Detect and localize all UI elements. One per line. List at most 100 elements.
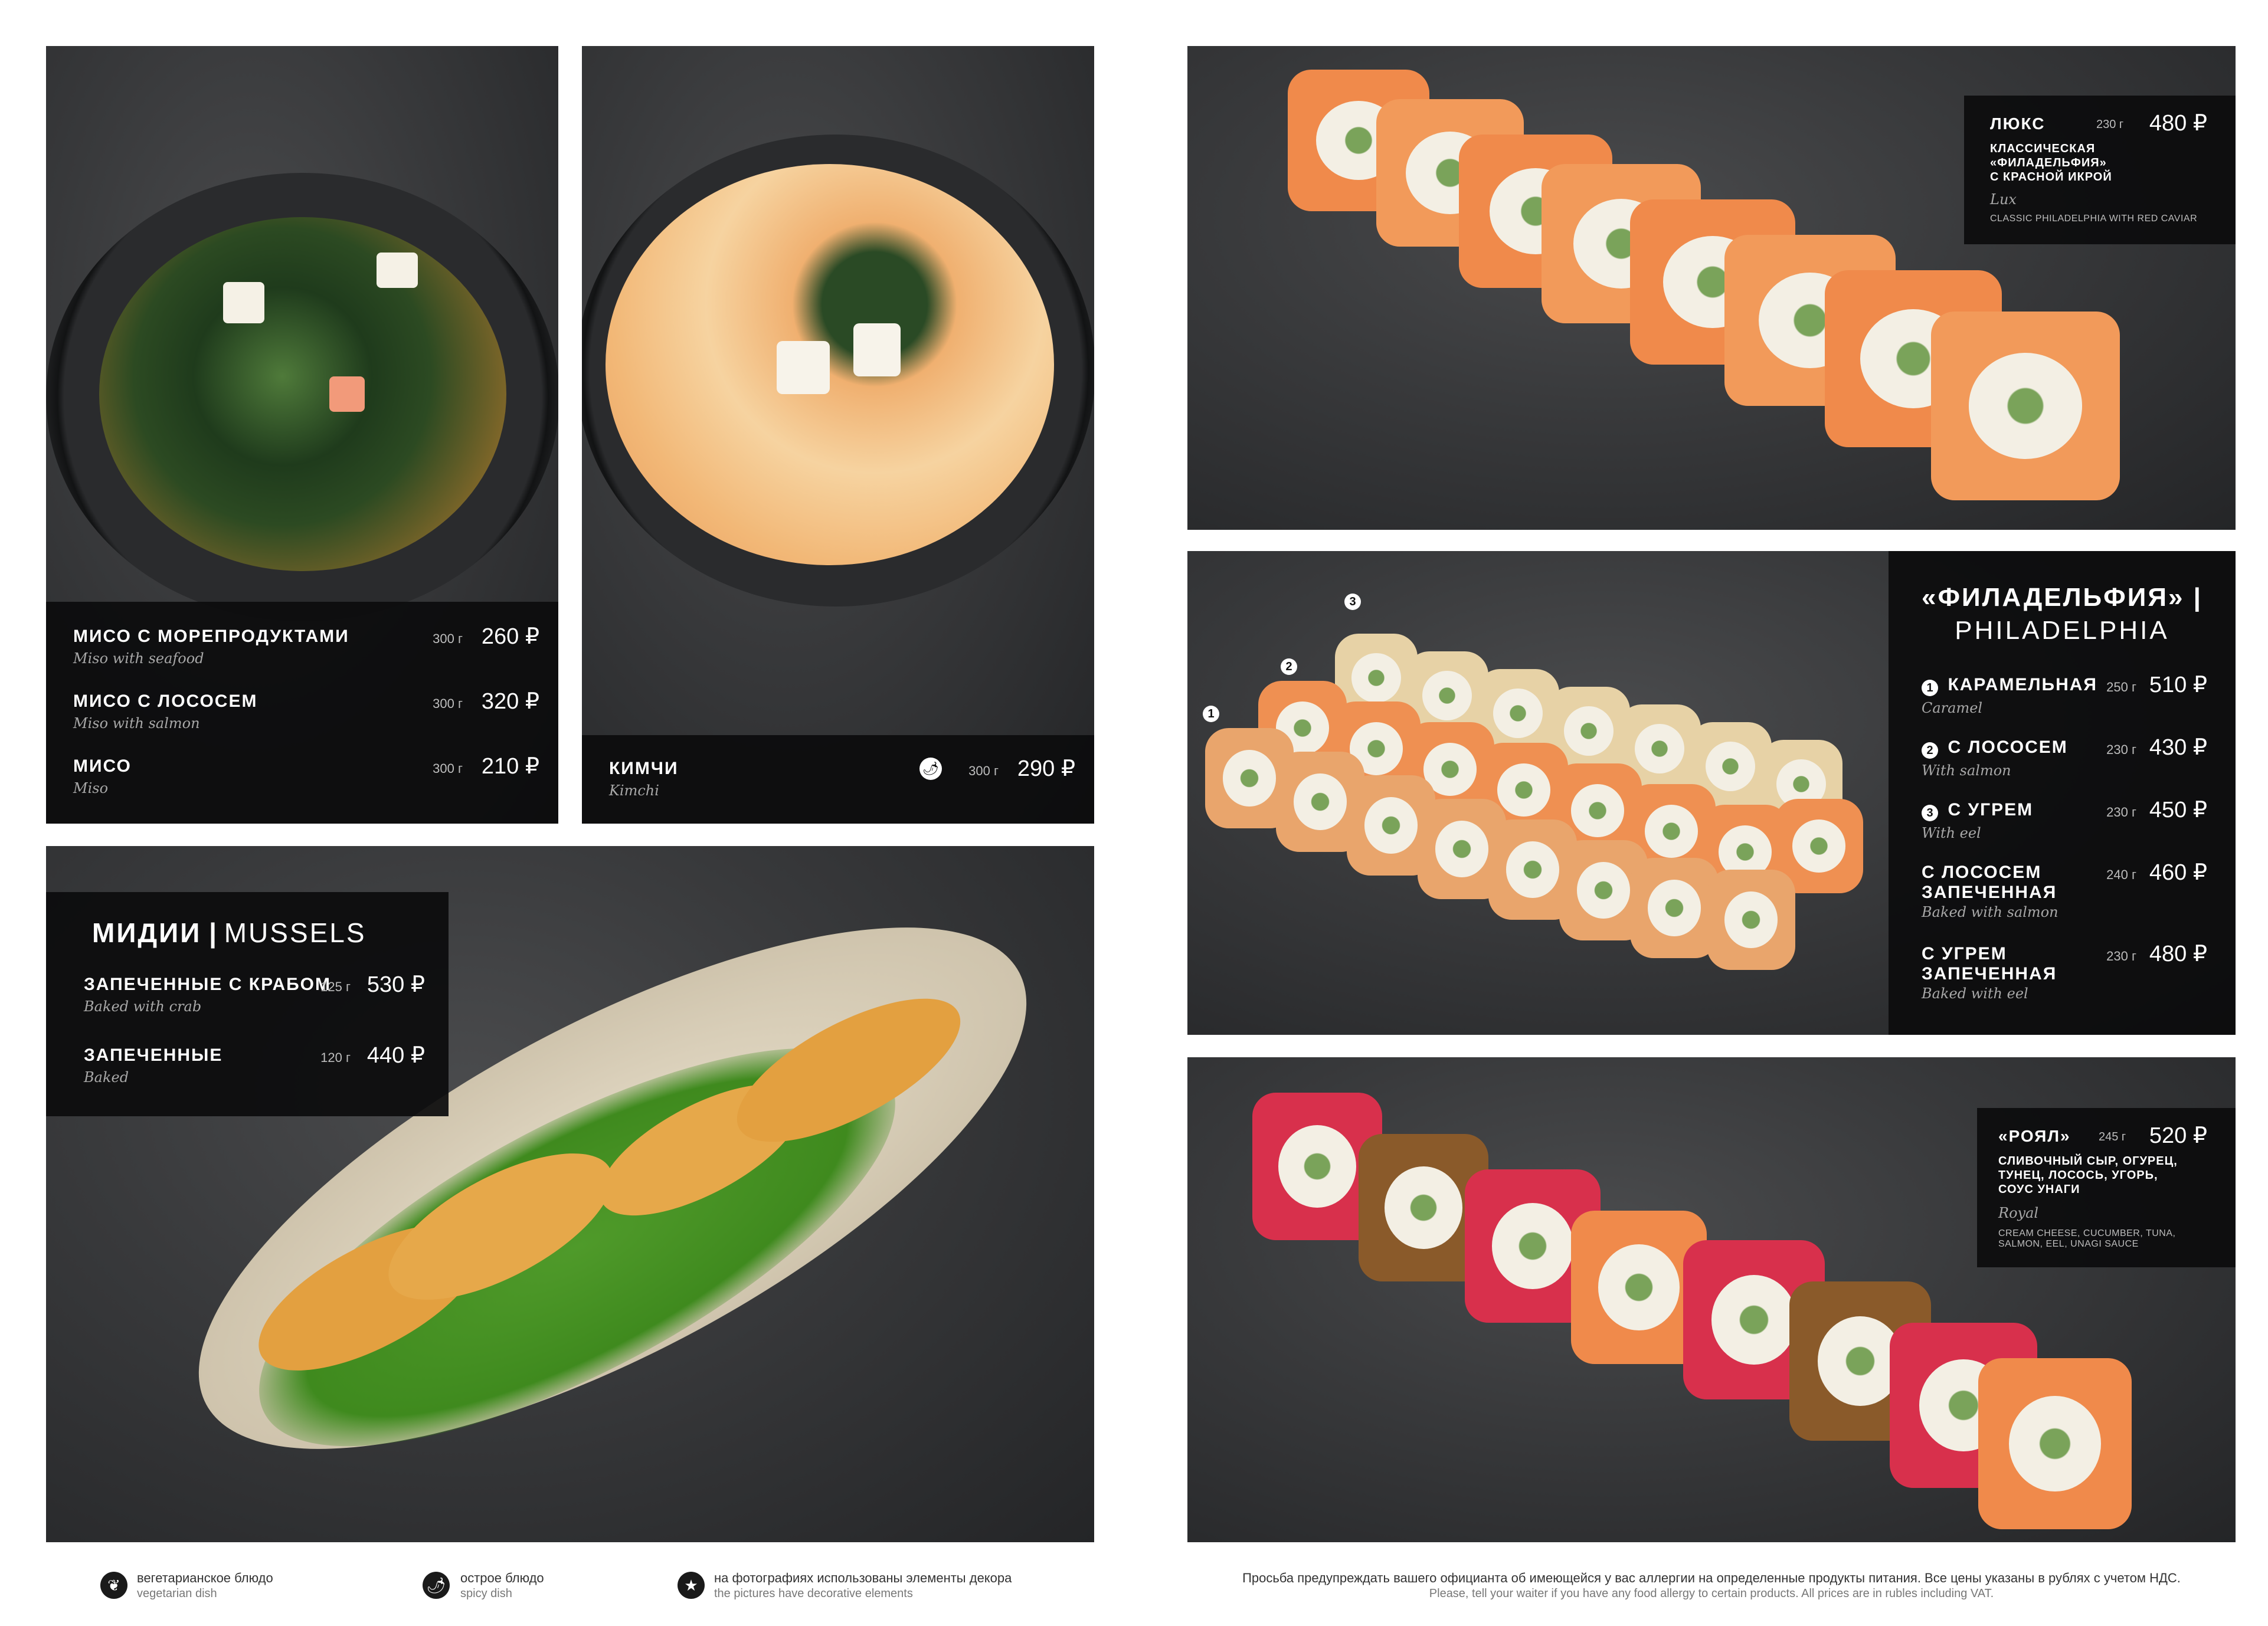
item-name-en: Miso with salmon (73, 715, 200, 732)
vegetarian-icon: ❦ (100, 1572, 127, 1599)
item-price: 210 ₽ (481, 754, 539, 779)
item-description: классическая «филадельфия» с красной икр… (1990, 142, 2112, 184)
item-weight: 300 г (433, 696, 463, 711)
lux-photo-panel: Люкс 230 г 480 ₽ классическая «филадельф… (1187, 46, 2236, 530)
footer-note: Просьба предупреждать вашего официанта о… (1192, 1571, 2231, 1601)
item-price: 260 ₽ (481, 624, 539, 649)
item-price: 480 ₽ (2149, 942, 2207, 966)
item-price: 290 ₽ (1017, 756, 1075, 781)
item-weight: 250 г (2106, 680, 2136, 694)
philadelphia-menu-overlay: «ФИЛАДЕЛЬФИЯ» | PHILADELPHIA 1 Карамельн… (1889, 551, 2236, 1035)
item-weight: 300 г (433, 761, 463, 776)
item-name-en: Kimchi (609, 782, 659, 799)
item-weight: 230 г (2106, 742, 2136, 757)
item-price: 450 ₽ (2149, 798, 2207, 822)
menu-item-miso-salmon: Мисо с лососем 300 г 320 ₽ Miso with sal… (73, 689, 539, 732)
item-name: С лососем (1948, 737, 2068, 757)
item-weight: 230 г (2096, 118, 2124, 131)
item-name: Мисо с лососем (73, 691, 258, 711)
item-price: 480 ₽ (2149, 111, 2207, 136)
desc-en-line: CREAM CHEESE, CUCUMBER, TUNA, (1998, 1228, 2176, 1238)
kimchi-soup-image (606, 164, 1054, 565)
item-price: 460 ₽ (2149, 860, 2207, 885)
photo-marker-2: 2 (1281, 658, 1297, 675)
item-name-en: Baked with crab (84, 998, 202, 1015)
royal-menu-overlay: «Роял» 245 г 520 ₽ сливочный сыр, огурец… (1977, 1108, 2236, 1267)
item-name-en: With eel (1922, 824, 1981, 841)
legend-label-en: the pictures have decorative elements (714, 1587, 913, 1600)
legend-label: на фотографиях использованы элементы дек… (714, 1571, 1012, 1585)
item-name: «Роял» (1998, 1127, 2071, 1145)
item-price: 430 ₽ (2149, 735, 2207, 760)
item-number: 2 (1922, 742, 1938, 759)
item-name-en: Baked with salmon (1922, 904, 2058, 920)
photo-marker-1: 1 (1203, 706, 1219, 722)
miso-photo-panel: Мисо с морепродуктами 300 г 260 ₽ Miso w… (46, 46, 558, 824)
title-en: MUSSELS (224, 917, 366, 948)
philadelphia-photo-panel: 1 2 3 «ФИЛАДЕЛЬФИЯ» | PHILADELPHIA 1 Кар… (1187, 551, 2236, 1035)
miso-soup-image (99, 217, 506, 571)
item-weight: 230 г (2106, 949, 2136, 963)
title-ru: Мидии (92, 917, 202, 948)
item-name: С угрем запеченная (1922, 944, 2057, 984)
item-weight: 125 г (320, 979, 351, 994)
desc-line: с красной икрой (1990, 171, 2112, 183)
item-price: 440 ₽ (366, 1043, 425, 1068)
item-number: 1 (1922, 679, 1938, 696)
menu-item-philadelphia-salmon: 2 С лососем 230 г 430 ₽ With salmon (1922, 735, 2207, 779)
item-name-en: Royal (1998, 1205, 2039, 1221)
desc-en-line: SALMON, EEL, UNAGI SAUCE (1998, 1239, 2139, 1249)
item-name: Мисо (73, 756, 132, 776)
item-price: 320 ₽ (481, 689, 539, 714)
item-number: 3 (1922, 804, 1938, 821)
item-name: Мисо с морепродуктами (73, 627, 349, 646)
title-separator: | (209, 917, 217, 948)
footer-note-en: Please, tell your waiter if you have any… (1429, 1587, 1994, 1600)
item-name-en: Caramel (1922, 699, 1983, 716)
desc-line: сливочный сыр, огурец, (1998, 1155, 2178, 1168)
menu-item-kimchi: Кимчи 🌶 300 г 290 ₽ Kimchi (609, 756, 1075, 799)
desc-line: соус унаги (1998, 1183, 2080, 1196)
spicy-icon: 🌶 (423, 1572, 450, 1599)
miso-menu-overlay: Мисо с морепродуктами 300 г 260 ₽ Miso w… (46, 602, 558, 824)
lux-menu-overlay: Люкс 230 г 480 ₽ классическая «филадельф… (1964, 96, 2236, 244)
item-weight: 300 г (968, 763, 999, 778)
menu-item-philadelphia-baked-salmon: С лососем запеченная 240 г 460 ₽ Baked w… (1922, 860, 2207, 920)
menu-item-mussels-baked: Запеченные 120 г 440 ₽ Baked (84, 1043, 425, 1086)
item-name: Запеченные с крабом (84, 975, 332, 994)
title-en: PHILADELPHIA (1955, 616, 2169, 645)
item-name-en: Miso with seafood (73, 650, 204, 667)
philadelphia-title: «ФИЛАДЕЛЬФИЯ» | PHILADELPHIA (1889, 583, 2236, 645)
item-name-en: Baked with eel (1922, 985, 2028, 1002)
item-price: 510 ₽ (2149, 673, 2207, 697)
legend-label: острое блюдо (460, 1571, 544, 1585)
item-name-en: Baked (84, 1069, 129, 1086)
desc-line: тунец, лосось, угорь, (1998, 1169, 2158, 1182)
menu-item-miso: Мисо 300 г 210 ₽ Miso (73, 754, 539, 796)
mussels-photo-panel: Мидии | MUSSELS Запеченные с крабом 125 … (46, 846, 1094, 1542)
desc-line: классическая (1990, 142, 2096, 155)
item-price: 520 ₽ (2149, 1123, 2207, 1148)
item-weight: 120 г (320, 1050, 351, 1065)
item-name-en: With salmon (1922, 762, 2011, 779)
menu-item-philadelphia-caramel: 1 Карамельная 250 г 510 ₽ Caramel (1922, 673, 2207, 716)
desc-line: «филадельфия» (1990, 156, 2107, 169)
item-description: сливочный сыр, огурец, тунец, лосось, уг… (1998, 1154, 2178, 1196)
mussels-title: Мидии | MUSSELS (92, 917, 366, 949)
item-weight: 300 г (433, 631, 463, 646)
item-weight: 245 г (2099, 1130, 2126, 1143)
legend-label-en: spicy dish (460, 1587, 512, 1600)
legend-label: вегетарианское блюдо (137, 1571, 273, 1585)
item-name: С угрем (1948, 800, 2034, 819)
star-icon: ★ (678, 1572, 705, 1599)
item-description-en: CREAM CHEESE, CUCUMBER, TUNA, SALMON, EE… (1998, 1228, 2175, 1250)
item-name-en: Lux (1990, 191, 2017, 208)
royal-photo-panel: «Роял» 245 г 520 ₽ сливочный сыр, огурец… (1187, 1057, 2236, 1542)
kimchi-menu-overlay: Кимчи 🌶 300 г 290 ₽ Kimchi (582, 735, 1094, 824)
footer-note-ru: Просьба предупреждать вашего официанта о… (1242, 1571, 2181, 1585)
item-name: Карамельная (1948, 675, 2097, 694)
mussels-menu-overlay: Мидии | MUSSELS Запеченные с крабом 125 … (46, 892, 449, 1116)
title-ru: «ФИЛАДЕЛЬФИЯ» | (1922, 583, 2202, 612)
item-name: С лососем запеченная (1922, 863, 2057, 902)
spicy-icon: 🌶 (919, 758, 942, 780)
